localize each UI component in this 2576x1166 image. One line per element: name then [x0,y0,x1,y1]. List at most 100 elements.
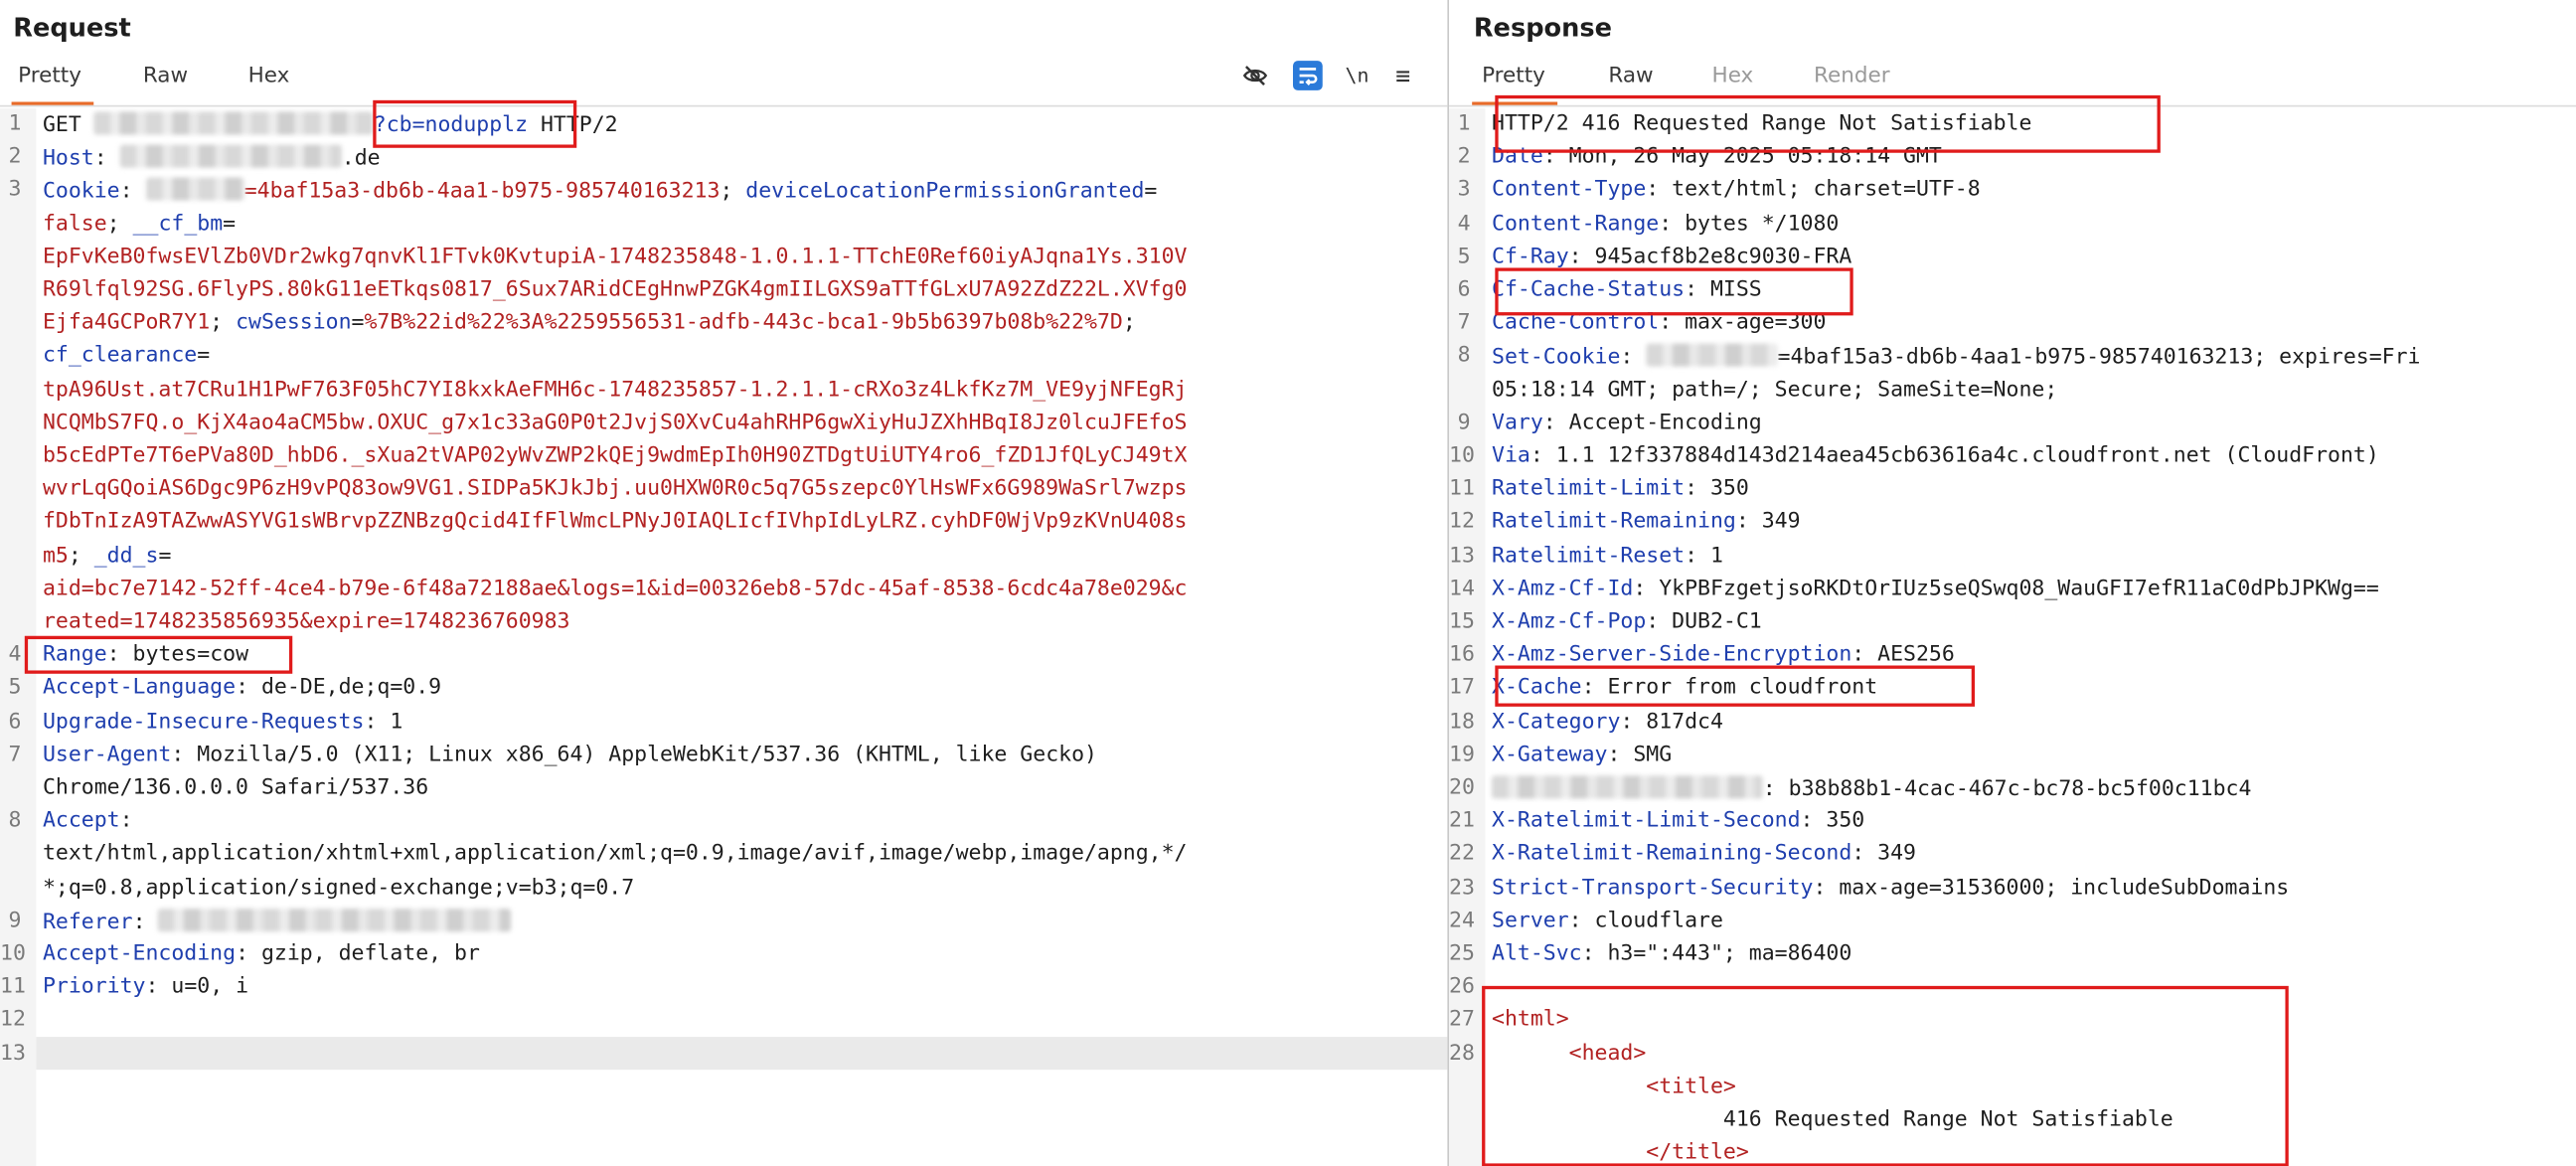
tab-pretty[interactable]: Pretty [18,64,81,88]
code-text: : 1 [364,709,403,735]
code-line: Strict-Transport-Security: max-age=31536… [1492,875,2289,900]
redacted-text [93,111,374,135]
code-text: : 350 [1685,476,1749,502]
code-line: 416 Requested Range Not Satisfiable [1492,1107,2174,1132]
code-line: wvrLqGQoiAS6Dgc9P6zH9vPQ83ow9VG1.SIDPa5K… [43,477,1188,502]
code-line: X-Amz-Server-Side-Encryption: AES256 [1492,643,1955,668]
line-number: 8 [8,808,22,834]
code-text: : AES256 [1852,642,1955,668]
response-editor[interactable]: 1 HTTP/2 416 Requested Range Not Satisfia… [1449,108,2576,1166]
request-editor[interactable]: 1 GET ?cb=nodupplz HTTP/2 2 Host: .de 3 Cooki… [0,108,1448,1166]
code-text: =4baf15a3-db6b-4aa1-b975-985740163213 [243,179,721,205]
current-line-highlight [36,1037,1448,1071]
code-line: Cf-Ray: 945acf8b2e8c9030-FRA [1492,245,1852,269]
code-text: NCQMbS7FQ.o_KjX4ao4aCM5bw.OXUC_g7x1c33aG… [42,410,1188,435]
tab-pretty[interactable]: Pretty [1482,64,1545,88]
redacted-text [145,178,244,202]
code-text: 416 Requested Range Not Satisfiable [1492,1107,2174,1132]
code-line: false; __cf_bm= [43,212,236,237]
code-text: reated=1748235856935&expire=174823676098… [42,609,570,635]
code-text: : [119,808,133,834]
code-text: .de [341,146,381,172]
header-name: _dd_s [93,543,159,569]
code-text: wvrLqGQoiAS6Dgc9P6zH9vPQ83ow9VG1.SIDPa5K… [42,476,1188,502]
line-number: 9 [1457,410,1471,435]
header-name: deviceLocationPermissionGranted [745,179,1145,205]
line-number: 10 [0,941,26,967]
header-name: Content-Range [1492,211,1660,237]
code-line: reated=1748235856935&expire=174823676098… [43,609,569,634]
code-text: 05:18:14 GMT; path=/; Secure; SameSite=N… [1492,377,2058,403]
header-name: ?cb=nodupplz [373,113,529,138]
code-line: Referer: [42,908,512,935]
code-line: Server: cloudflare [1492,909,1723,933]
code-text: : MISS [1685,277,1762,303]
line-number: 21 [1449,808,1475,834]
code-line: </title> [1492,1141,1749,1166]
header-name: Via [1492,443,1530,469]
code-text: : [132,910,159,935]
request-title: Request [13,13,131,43]
line-number: 16 [1449,642,1475,668]
code-line: R69lfql92SG.6FlyPS.80kG11eETkqs0817_6Sux… [43,277,1188,302]
code-text: m5 [42,543,69,569]
code-line: Date: Mon, 26 May 2025 05:18:14 GMT [1492,145,1942,170]
line-number: 7 [8,742,22,767]
tab-separator [1449,104,2576,107]
menu-icon[interactable]: ≡ [1388,61,1418,90]
header-name: Priority [42,974,146,1000]
code-text: : [119,179,146,205]
header-name: __cf_bm [132,211,224,237]
tab-raw[interactable]: Raw [143,64,188,88]
header-name: X-Ratelimit-Limit-Second [1492,808,1801,834]
line-number: 24 [1449,908,1475,933]
redacted-text [158,908,512,931]
tab-raw[interactable]: Raw [1608,64,1653,88]
newline-icon[interactable]: \n [1343,61,1372,90]
header-name: cf_clearance [42,344,198,369]
code-text: : 1.1 12f337884d143d214aea45cb63616a4c.c… [1530,443,2379,469]
line-number: 14 [1449,576,1475,601]
code-text: : cloudflare [1568,908,1723,933]
line-number: 10 [1449,443,1475,469]
line-number: 22 [1449,842,1475,867]
header-name: Referer [42,910,133,935]
header-name: Cf-Cache-Status [1492,277,1686,303]
line-number: 15 [1449,609,1475,635]
line-number: 2 [1457,144,1471,170]
code-line: Host: .de [43,144,381,172]
code-text: : 350 [1800,808,1865,834]
code-line: HTTP/2 416 Requested Range Not Satisfiab… [1492,111,2031,136]
code-line: Priority: u=0, i [43,975,248,1000]
code-text: fDbTnIzA9TAZwwASYVG1sWBrvpZZNBzgQcid4IfF… [42,510,1188,535]
line-number: 5 [8,676,22,701]
code-text: : Mozilla/5.0 (X11; Linux x86_64) AppleW… [171,742,1097,767]
code-text: text/html,application/xhtml+xml,applicat… [42,842,1188,867]
code-line: X-Ratelimit-Remaining-Second: 349 [1492,842,1916,867]
header-name: Upgrade-Insecure-Requests [42,709,365,735]
tab-hex[interactable]: Hex [1712,64,1754,88]
header-name: Server [1492,908,1569,933]
code-line: Accept: [43,809,133,834]
wrap-lines-icon[interactable] [1292,61,1323,90]
code-text: : DUB2-C1 [1646,609,1762,635]
header-name: X-Amz-Server-Side-Encryption [1492,642,1852,668]
code-text: : b38b88b1-4cac-467c-bc78-bc5f00c11bc4 [1762,776,2252,802]
code-line: fDbTnIzA9TAZwwASYVG1sWBrvpZZNBzgQcid4IfF… [43,510,1188,535]
eye-off-icon[interactable] [1240,61,1270,90]
line-number: 28 [1449,1041,1475,1067]
burp-repeater-view: Request Pretty Raw Hex \n ≡ 1 GET ?cb=no… [0,0,2576,1166]
code-text: : max-age=300 [1659,310,1827,336]
code-line: Content-Range: bytes */1080 [1492,212,1839,237]
header-name: Ratelimit-Remaining [1492,510,1736,535]
line-number: 4 [8,642,22,668]
line-number: 11 [0,974,26,1000]
code-line: GET ?cb=nodupplz HTTP/2 [43,111,618,138]
tab-hex[interactable]: Hex [248,64,290,88]
code-text: ; [68,543,94,569]
tab-render[interactable]: Render [1814,64,1890,88]
code-text: : 1 [1685,543,1723,569]
header-name: Content-Type [1492,178,1647,203]
code-text: : [93,146,120,172]
